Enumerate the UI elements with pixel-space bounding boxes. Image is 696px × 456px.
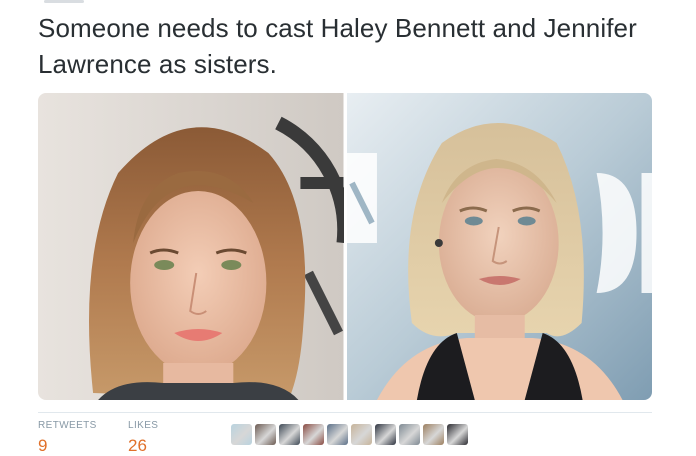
likes-count: 26 bbox=[128, 436, 147, 455]
liker-avatar[interactable] bbox=[303, 424, 324, 445]
photo-haley-bennett bbox=[38, 93, 344, 400]
likes-stat[interactable]: LIKES 26 bbox=[128, 420, 158, 456]
tweet-text: Someone needs to cast Haley Bennett and … bbox=[38, 13, 637, 79]
liker-avatar[interactable] bbox=[399, 424, 420, 445]
liked-by-avatars bbox=[231, 424, 468, 445]
liker-avatar[interactable] bbox=[375, 424, 396, 445]
tweet-media[interactable] bbox=[38, 93, 652, 400]
cropped-header bbox=[44, 0, 84, 3]
retweets-count: 9 bbox=[38, 436, 48, 455]
liker-avatar[interactable] bbox=[279, 424, 300, 445]
stats-divider bbox=[38, 412, 652, 413]
photo-right[interactable] bbox=[346, 93, 652, 400]
liker-avatar[interactable] bbox=[327, 424, 348, 445]
retweets-label: RETWEETS bbox=[38, 420, 97, 431]
photo-left[interactable] bbox=[38, 93, 344, 400]
likes-label: LIKES bbox=[128, 420, 159, 431]
retweets-stat[interactable]: RETWEETS 9 bbox=[38, 420, 97, 456]
liker-avatar[interactable] bbox=[423, 424, 444, 445]
liker-avatar[interactable] bbox=[231, 424, 252, 445]
photo-jennifer-lawrence bbox=[346, 93, 652, 400]
liker-avatar[interactable] bbox=[351, 424, 372, 445]
liker-avatar[interactable] bbox=[447, 424, 468, 445]
liker-avatar[interactable] bbox=[255, 424, 276, 445]
